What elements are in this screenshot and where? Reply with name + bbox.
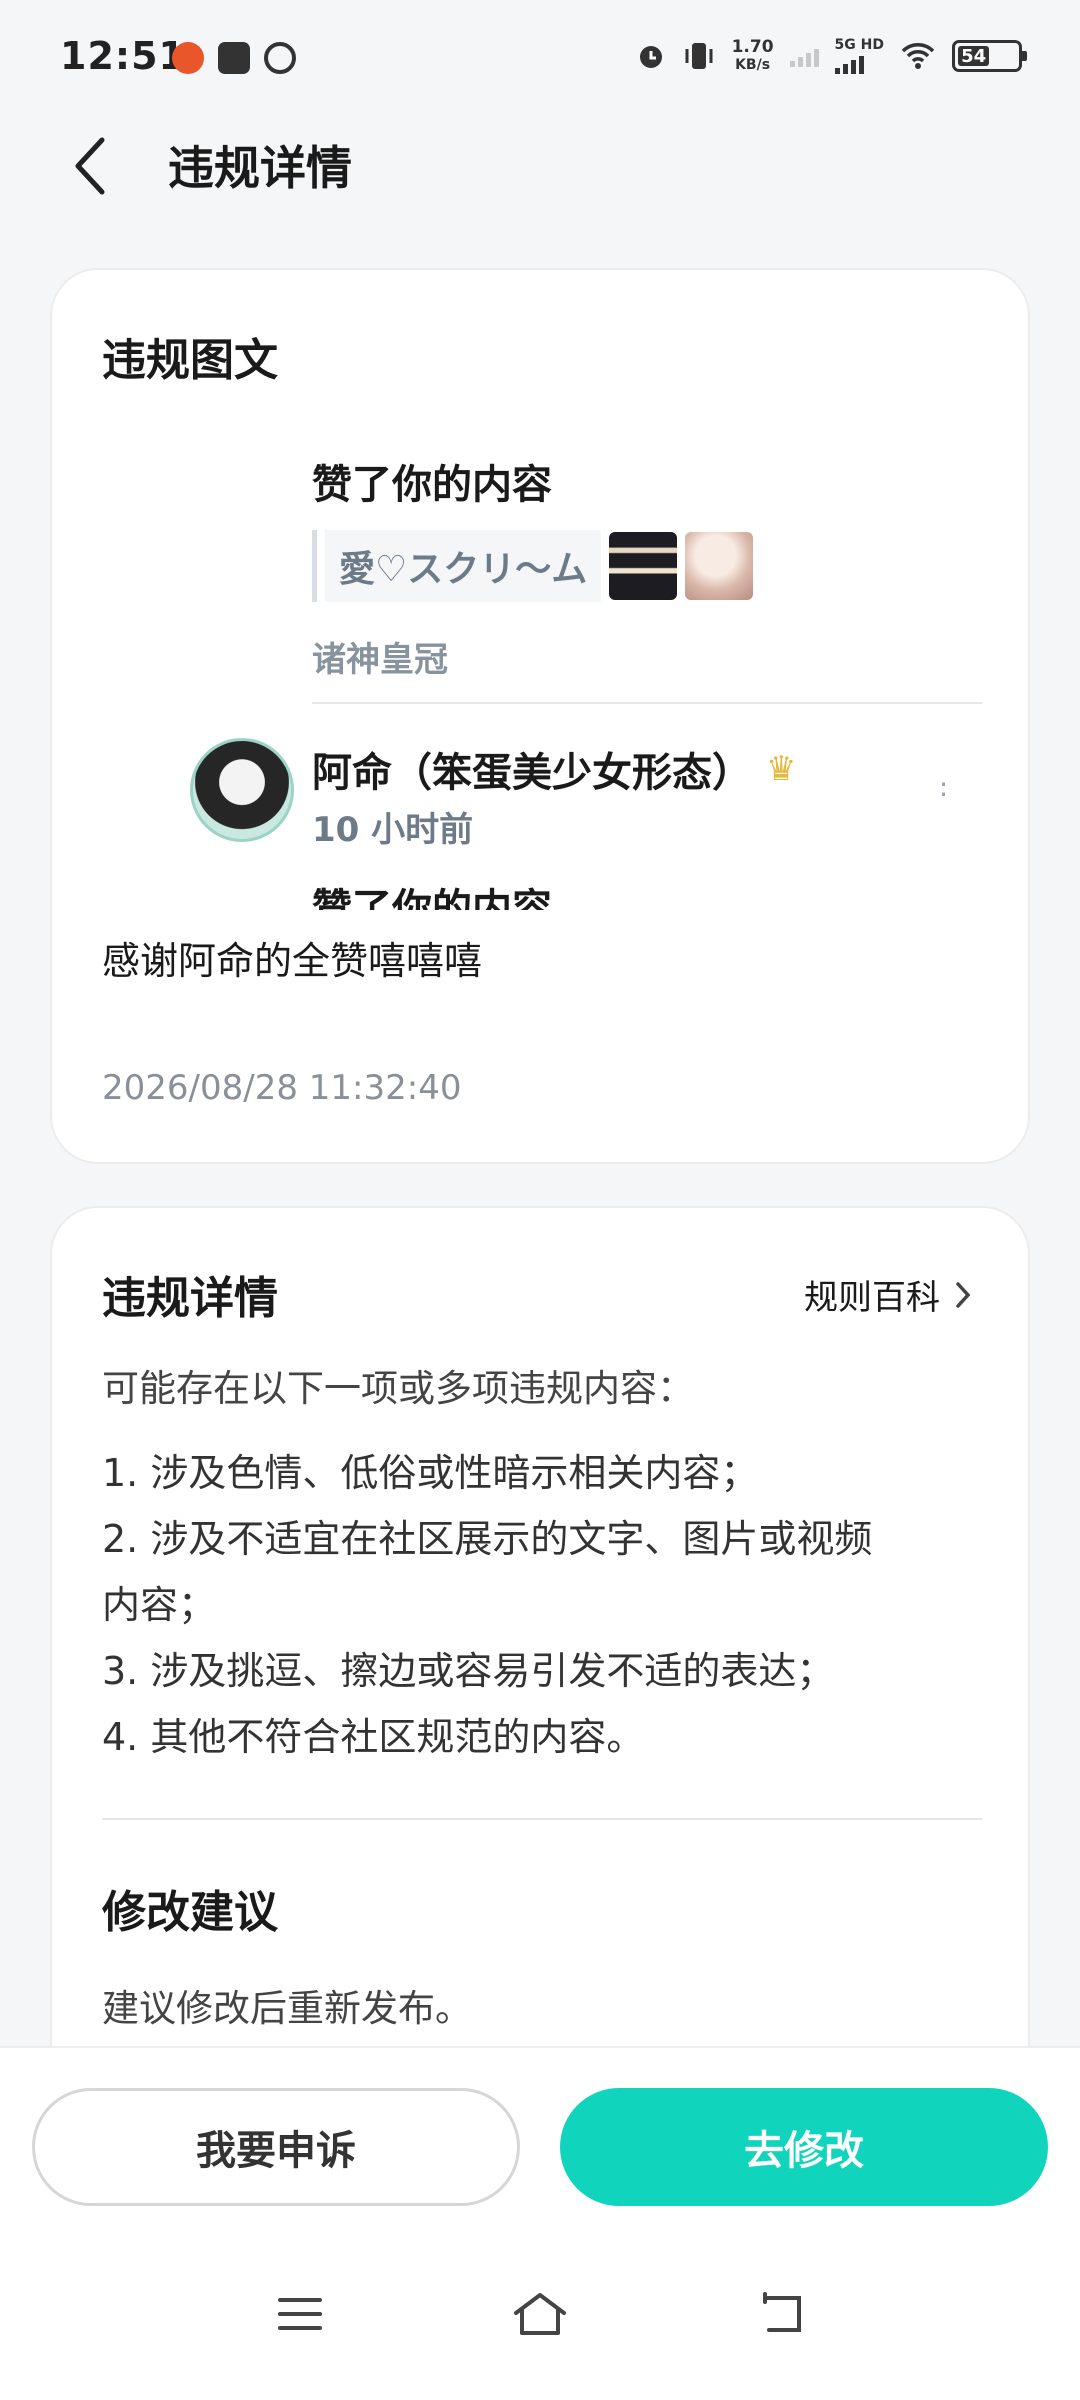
battery-icon: 54 bbox=[952, 40, 1027, 72]
notification-icons bbox=[172, 42, 296, 74]
appeal-button[interactable]: 我要申诉 bbox=[32, 2088, 520, 2206]
violation-content-card: 违规图文 赞了你的内容 愛♡スクリ～ム 诸神皇冠 阿命（笨蛋美少女形态） ♛ 1… bbox=[50, 268, 1030, 1164]
action-bar: 我要申诉 去修改 bbox=[0, 2046, 1080, 2226]
mail-app-icon bbox=[218, 42, 250, 74]
card-title: 违规详情 bbox=[102, 1273, 278, 1324]
rule-wiki-link[interactable]: 规则百科 bbox=[804, 1270, 972, 1319]
suggestion-text: 建议修改后重新发布。 bbox=[102, 1987, 472, 2030]
net-speed: 1.70 KB/s bbox=[731, 37, 774, 73]
edit-button[interactable]: 去修改 bbox=[560, 2088, 1048, 2206]
pumpkin-app-icon bbox=[172, 42, 204, 74]
page-header: 违规详情 bbox=[0, 120, 1080, 280]
rule-wiki-label: 规则百科 bbox=[804, 1278, 940, 1318]
status-time: 12:51 bbox=[60, 34, 186, 78]
divider bbox=[312, 702, 982, 704]
home-icon bbox=[514, 2293, 566, 2335]
back-button[interactable] bbox=[60, 126, 120, 206]
quoted-post: 愛♡スクリ～ム bbox=[312, 530, 754, 602]
post-timestamp: 2026/08/28 11:32:40 bbox=[102, 1068, 462, 1108]
menu-icon bbox=[278, 2298, 322, 2330]
user-time: 10 小时前 bbox=[312, 810, 474, 850]
list-item: 3. 涉及挑逗、擦边或容易引发不适的表达； bbox=[102, 1649, 835, 1693]
chevron-left-icon bbox=[75, 137, 105, 195]
status-right: 1.70 KB/s 5G HD 54 bbox=[636, 37, 1027, 74]
quote-text: 愛♡スクリ～ム bbox=[325, 530, 602, 602]
status-bar: 12:51 1.70 KB/s 5G HD 54 bbox=[0, 0, 1080, 120]
divider bbox=[102, 1818, 982, 1820]
link-app-icon bbox=[264, 42, 296, 74]
user-name: 阿命（笨蛋美少女形态） bbox=[312, 750, 752, 796]
chevron-right-icon bbox=[956, 1281, 971, 1308]
post-text: 感谢阿命的全赞嘻嘻嘻 bbox=[102, 939, 483, 983]
quote-bar bbox=[312, 530, 317, 602]
list-item: 1. 涉及色情、低俗或性暗示相关内容； bbox=[102, 1451, 759, 1495]
content-screenshot: 赞了你的内容 愛♡スクリ～ム 诸神皇冠 阿命（笨蛋美少女形态） ♛ 10 小时前… bbox=[102, 400, 982, 910]
signal-2-icon: 5G HD bbox=[834, 38, 884, 74]
card-title: 违规图文 bbox=[102, 335, 278, 386]
post-thumbnail bbox=[609, 532, 678, 600]
violation-intro: 可能存在以下一项或多项违规内容： bbox=[102, 1367, 694, 1410]
list-item: 4. 其他不符合社区规范的内容。 bbox=[102, 1715, 645, 1759]
page-title: 违规详情 bbox=[168, 141, 352, 195]
more-icon: · · bbox=[939, 768, 948, 811]
post-thumbnail bbox=[685, 532, 754, 600]
suggestion-title: 修改建议 bbox=[102, 1887, 278, 1938]
system-nav-bar bbox=[0, 2226, 1080, 2400]
source-name: 诸神皇冠 bbox=[312, 640, 448, 680]
crown-icon: ♛ bbox=[766, 749, 797, 789]
list-item: 内容； bbox=[102, 1583, 217, 1627]
home-button[interactable] bbox=[510, 2284, 570, 2344]
wifi-icon bbox=[901, 43, 935, 69]
avatar bbox=[190, 738, 294, 842]
back-nav-button[interactable] bbox=[752, 2284, 812, 2344]
liked-text-cut: 赞了你的内容 bbox=[312, 886, 552, 910]
signal-1-icon bbox=[789, 45, 819, 67]
user-name-row: 阿命（笨蛋美少女形态） ♛ bbox=[312, 740, 796, 798]
alarm-icon bbox=[639, 46, 662, 68]
vibrate-icon bbox=[685, 43, 713, 69]
back-nav-icon bbox=[763, 2292, 801, 2332]
liked-text: 赞了你的内容 bbox=[312, 462, 552, 508]
violation-list: 1. 涉及色情、低俗或性暗示相关内容； 2. 涉及不适宜在社区展示的文字、图片或… bbox=[102, 1440, 982, 1770]
menu-button[interactable] bbox=[270, 2284, 330, 2344]
list-item: 2. 涉及不适宜在社区展示的文字、图片或视频 bbox=[102, 1517, 873, 1561]
